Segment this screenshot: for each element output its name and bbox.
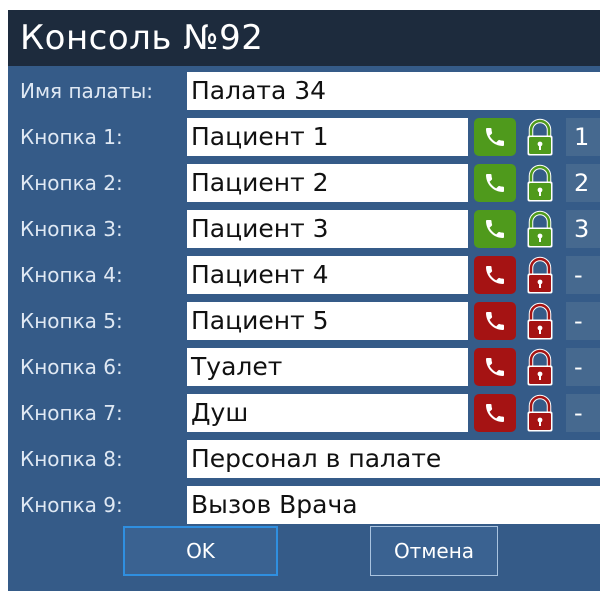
button-name-field[interactable]: Пациент 5 — [187, 302, 468, 340]
button-label: Кнопка 1: — [20, 125, 123, 149]
lock-icon[interactable] — [520, 393, 560, 433]
button-label: Кнопка 9: — [20, 493, 123, 517]
button-label: Кнопка 6: — [20, 355, 123, 379]
button-label: Кнопка 7: — [20, 401, 123, 425]
phone-icon[interactable] — [474, 256, 516, 294]
assigned-number: - — [566, 302, 600, 340]
lock-icon[interactable] — [520, 209, 560, 249]
assigned-number: - — [566, 394, 600, 432]
button-name-field[interactable]: Персонал в палате — [187, 440, 600, 478]
room-name-field[interactable]: Палата 34 — [187, 72, 600, 110]
dialog-title: Консоль №92 — [8, 10, 600, 66]
lock-icon[interactable] — [520, 347, 560, 387]
button-name-field[interactable]: Душ — [187, 394, 468, 432]
room-name-label: Имя палаты: — [20, 79, 153, 103]
ok-button[interactable]: OK — [123, 526, 278, 576]
cancel-button[interactable]: Отмена — [370, 526, 498, 576]
button-label: Кнопка 8: — [20, 447, 123, 471]
phone-icon[interactable] — [474, 348, 516, 386]
button-name-field[interactable]: Пациент 2 — [187, 164, 468, 202]
phone-icon[interactable] — [474, 302, 516, 340]
assigned-number: 1 — [566, 118, 600, 156]
assigned-number: - — [566, 256, 600, 294]
lock-icon[interactable] — [520, 301, 560, 341]
button-label: Кнопка 5: — [20, 309, 123, 333]
assigned-number: 3 — [566, 210, 600, 248]
console-dialog: Консоль №92 Имя палаты: Палата 34 Кнопка… — [8, 10, 600, 591]
phone-icon[interactable] — [474, 118, 516, 156]
button-name-field[interactable]: Туалет — [187, 348, 468, 386]
button-name-field[interactable]: Пациент 1 — [187, 118, 468, 156]
button-label: Кнопка 3: — [20, 217, 123, 241]
phone-icon[interactable] — [474, 210, 516, 248]
assigned-number: 2 — [566, 164, 600, 202]
phone-icon[interactable] — [474, 164, 516, 202]
button-label: Кнопка 4: — [20, 263, 123, 287]
assigned-number: - — [566, 348, 600, 386]
lock-icon[interactable] — [520, 117, 560, 157]
button-label: Кнопка 2: — [20, 171, 123, 195]
lock-icon[interactable] — [520, 255, 560, 295]
button-name-field[interactable]: Вызов Врача — [187, 486, 600, 524]
button-name-field[interactable]: Пациент 3 — [187, 210, 468, 248]
lock-icon[interactable] — [520, 163, 560, 203]
phone-icon[interactable] — [474, 394, 516, 432]
button-name-field[interactable]: Пациент 4 — [187, 256, 468, 294]
